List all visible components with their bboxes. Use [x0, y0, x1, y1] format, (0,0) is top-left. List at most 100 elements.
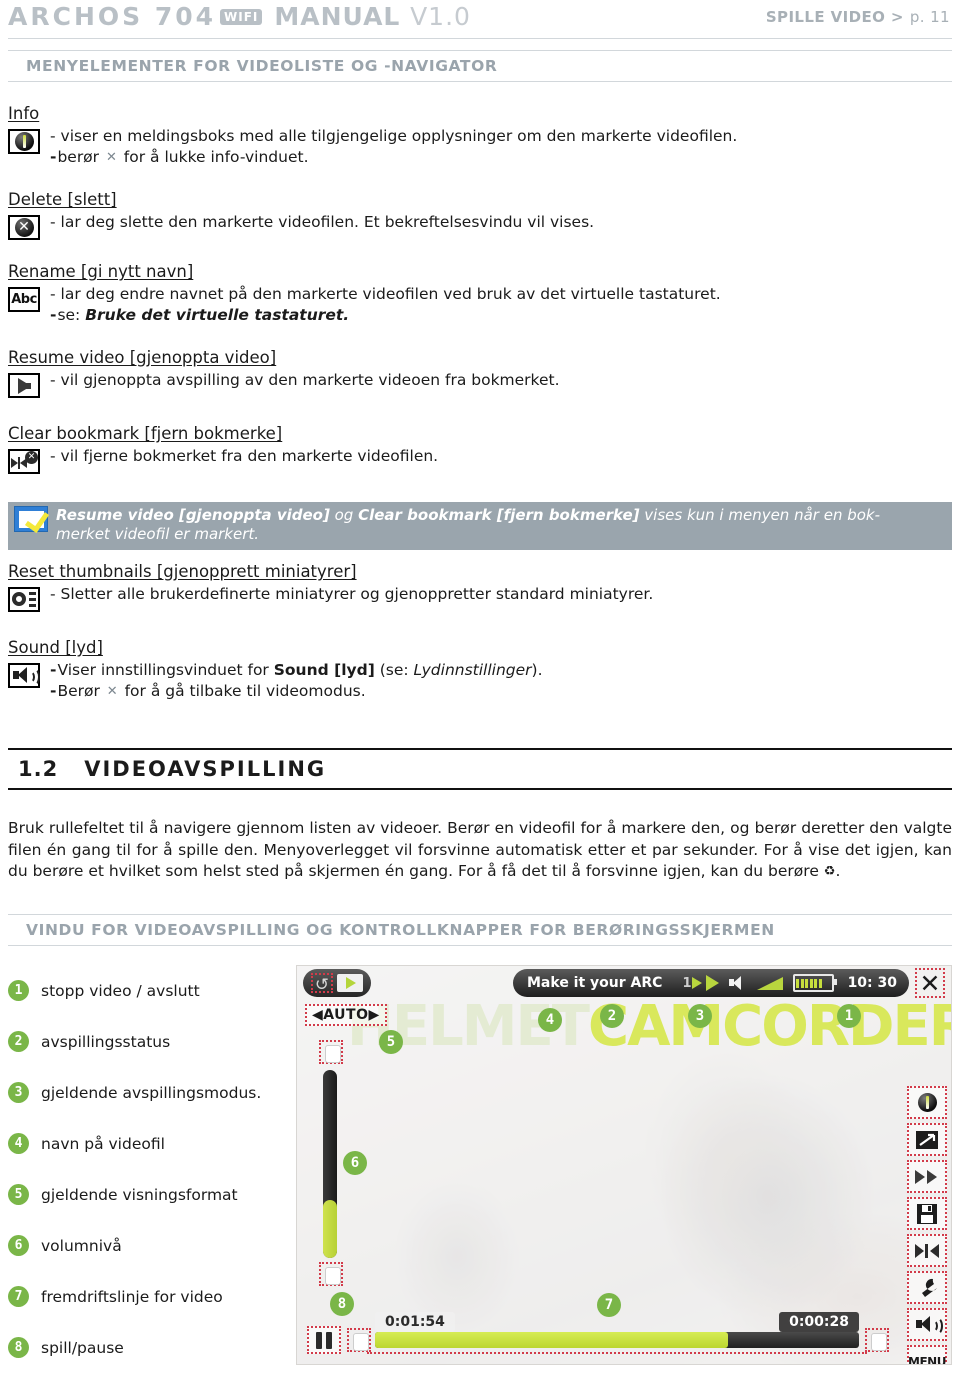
- divider-bottom: [8, 945, 952, 946]
- overlay-badge-7: 7: [597, 1293, 621, 1317]
- time-elapsed: 0:01:54: [375, 1312, 455, 1332]
- volume-slider[interactable]: [323, 1070, 337, 1258]
- close-x-icon: ✕: [105, 150, 117, 165]
- note-bold-2: Clear bookmark [fjern bokmerke]: [358, 506, 640, 524]
- entry-body: ✕ - vil fjerne bokmerket fra den markert…: [8, 446, 438, 474]
- legend-badge-5: 5: [8, 1184, 29, 1205]
- seek-forward-button[interactable]: [865, 1328, 889, 1352]
- entry-lines: - Sletter alle brukerdefinerte miniatyre…: [50, 584, 653, 605]
- selection-indicator: [367, 1352, 867, 1356]
- clear-bookmark-icon: ✕: [8, 449, 40, 474]
- video-mode-icon[interactable]: [337, 974, 363, 992]
- info-icon[interactable]: [907, 1086, 947, 1119]
- resume-arrow-icon: [8, 373, 40, 398]
- close-button[interactable]: ✕: [915, 968, 945, 998]
- page-number: p. 11: [909, 8, 950, 26]
- list-item: 6 volumnivå: [8, 1220, 283, 1271]
- legend-label: spill/pause: [41, 1338, 124, 1357]
- entry-lines: - viser en meldingsboks med alle tilgjen…: [50, 126, 737, 169]
- list-item: 2 avspillingsstatus: [8, 1016, 283, 1067]
- section-heading-bar-2: VINDU FOR VIDEOAVSPILLING OG KONTROLLKNA…: [8, 914, 952, 946]
- legend-list: 1 stopp video / avslutt 2 avspillingssta…: [8, 965, 283, 1373]
- list-item: 1 stopp video / avslutt: [8, 965, 283, 1016]
- breadcrumb-text: SPILLE VIDEO >: [765, 8, 904, 26]
- entry-lines: -Viser innstillingsvinduet for Sound [ly…: [50, 660, 543, 703]
- fullscreen-glyph: [916, 1130, 938, 1149]
- bookmark-icon[interactable]: [907, 1234, 947, 1267]
- entry-body: -Viser innstillingsvinduet for Sound [ly…: [8, 660, 543, 703]
- entry-title: Resume video [gjenoppta video]: [8, 348, 277, 367]
- overlay-badge-5: 5: [379, 1030, 403, 1054]
- manual-word: MANUAL: [274, 2, 401, 31]
- legend-badge-3: 3: [8, 1082, 29, 1103]
- mode-pill[interactable]: ↺: [303, 969, 371, 997]
- floppy-glyph: [917, 1203, 937, 1224]
- aspect-ratio-button[interactable]: ◀AUTO▶: [305, 1004, 387, 1026]
- fast-forward-icon[interactable]: [907, 1160, 947, 1193]
- section-heading-2: VINDU FOR VIDEOAVSPILLING OG KONTROLLKNA…: [26, 921, 775, 939]
- video-progress-bar[interactable]: [375, 1332, 859, 1348]
- brand-title: ARCHOS 704 WIFI MANUAL V1.0: [8, 2, 471, 31]
- entry-line: - lar deg slette den markerte videofilen…: [50, 213, 595, 231]
- fast-forward-glyph: [915, 1169, 937, 1184]
- entry-line: - vil gjenoppta avspilling av den marker…: [50, 371, 560, 389]
- close-x-icon: ✕: [106, 684, 118, 699]
- player-bottom-bar: 0:01:54 0:00:28: [297, 1306, 951, 1358]
- legend-badge-7: 7: [8, 1286, 29, 1307]
- save-icon[interactable]: [907, 1197, 947, 1230]
- sound-icon: [8, 663, 40, 688]
- paragraph-text: Bruk rullefeltet til å navigere gjennom …: [8, 819, 952, 880]
- watermark-part-2: CAMCORDER: [587, 994, 952, 1059]
- entry-title: Info: [8, 104, 40, 123]
- legend-badge-4: 4: [8, 1133, 29, 1154]
- section-title: VIDEOAVSPILLING: [84, 757, 327, 781]
- list-item: 4 navn på videofil: [8, 1118, 283, 1169]
- section-1-2: 1.2 VIDEOAVSPILLING: [8, 748, 952, 790]
- overlay-badge-2: 2: [600, 1004, 624, 1028]
- legend-badge-2: 2: [8, 1031, 29, 1052]
- entry-title: Delete [slett]: [8, 190, 117, 209]
- clock: 10: 30: [847, 975, 897, 991]
- entry-line: - viser en meldingsboks med alle tilgjen…: [50, 127, 738, 145]
- volume-down-button[interactable]: [319, 1262, 343, 1286]
- list-item: 3 gjeldende avspillingsmodus.: [8, 1067, 283, 1118]
- note-line-2: merket videofil er markert.: [56, 525, 260, 543]
- overlay-badge-6: 6: [343, 1151, 367, 1175]
- legend-label: navn på videofil: [41, 1134, 165, 1153]
- battery-icon: [793, 974, 838, 992]
- speaker-icon: [729, 976, 747, 990]
- video-title: Make it your ARC: [527, 975, 663, 991]
- entry-body: - vil gjenoppta avspilling av den marker…: [8, 370, 560, 398]
- running-header: ARCHOS 704 WIFI MANUAL V1.0 SPILLE VIDEO >…: [0, 0, 960, 40]
- playback-mode-number: 1: [682, 975, 692, 991]
- note-bold-1: Resume video [gjenoppta video]: [56, 506, 330, 524]
- entry-line: - Sletter alle brukerdefinerte miniatyre…: [50, 585, 654, 603]
- list-item: 7 fremdriftslinje for video: [8, 1271, 283, 1322]
- entry-line: -Viser innstillingsvinduet for Sound [ly…: [50, 661, 543, 679]
- entry-lines: - lar deg endre navnet på den markerte v…: [50, 284, 721, 326]
- note-text: Resume video [gjenoppta video] og Clear …: [56, 506, 880, 544]
- volume-level-icon: [757, 976, 784, 990]
- repeat-icon[interactable]: ↺: [311, 973, 333, 995]
- menu-entry-info: Info - viser en meldingsboks med alle ti…: [8, 104, 737, 169]
- entry-title: Rename [gi nytt navn]: [8, 262, 194, 281]
- entry-line: - vil fjerne bokmerket fra den markerte …: [50, 447, 439, 465]
- list-item: 8 spill/pause: [8, 1322, 283, 1373]
- section-heading-1: MENYELEMENTER FOR VIDEOLISTE OG -NAVIGAT…: [26, 57, 498, 75]
- note-tail: vises kun i menyen når en bok-: [639, 506, 881, 524]
- wrench-icon[interactable]: [907, 1271, 947, 1304]
- menu-entry-reset-thumbnails: Reset thumbnails [gjenopprett miniatyrer…: [8, 562, 653, 612]
- play-status-icon: [706, 975, 720, 991]
- note-check-icon: [14, 506, 50, 534]
- body-paragraph: Bruk rullefeltet til å navigere gjennom …: [8, 818, 952, 883]
- status-pill: Make it your ARC 1 10: 30: [513, 969, 909, 997]
- volume-up-button[interactable]: [319, 1040, 343, 1064]
- seek-back-button[interactable]: [347, 1328, 371, 1352]
- fullscreen-icon[interactable]: [907, 1123, 947, 1156]
- play-pause-button[interactable]: [307, 1326, 341, 1354]
- header-rule: [8, 38, 952, 39]
- entry-title: Clear bookmark [fjern bokmerke]: [8, 424, 283, 443]
- playback-mode-icon: [692, 977, 703, 989]
- cross-reference: Bruke det virtuelle tastaturet.: [85, 306, 350, 324]
- section-number: 1.2: [18, 757, 59, 781]
